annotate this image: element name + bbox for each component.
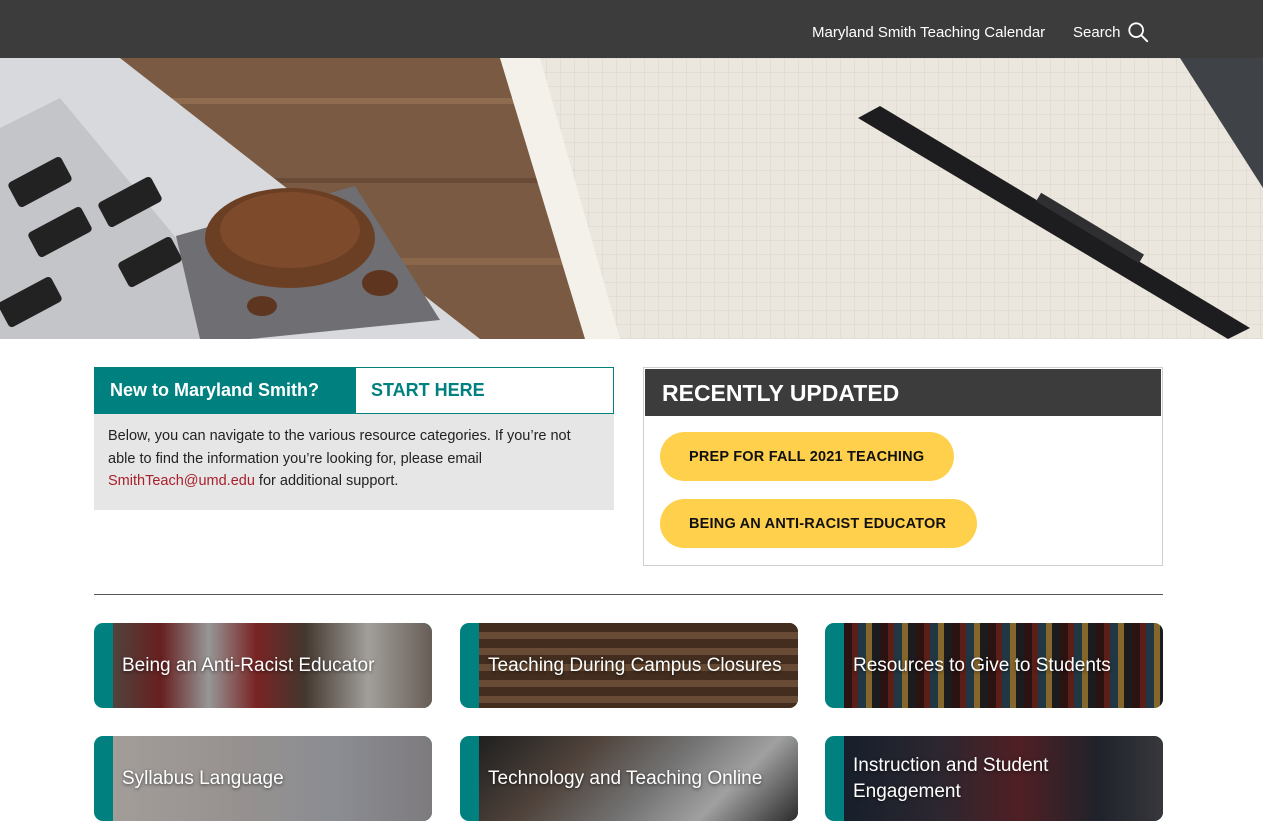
new-to-smith-panel: New to Maryland Smith? START HERE Below,… — [94, 367, 614, 510]
card-anti-racist-educator[interactable]: Being an Anti-Racist Educator — [94, 623, 432, 708]
hero-image — [0, 58, 1263, 339]
hero-illustration — [0, 58, 1263, 339]
teaching-calendar-link[interactable]: Maryland Smith Teaching Calendar — [812, 24, 1045, 41]
recently-updated-heading: RECENTLY UPDATED — [645, 369, 1161, 416]
email-link[interactable]: SmithTeach@umd.edu — [108, 473, 255, 489]
recently-updated-panel: RECENTLY UPDATED PREP FOR FALL 2021 TEAC… — [643, 367, 1163, 566]
card-label: Resources to Give to Students — [853, 654, 1111, 676]
search-label: Search — [1073, 23, 1121, 41]
card-technology-online[interactable]: Technology and Teaching Online — [460, 736, 798, 821]
start-here-link[interactable]: START HERE — [355, 367, 614, 414]
anti-racist-educator-button[interactable]: BEING AN ANTI-RACIST EDUCATOR — [660, 499, 977, 548]
search-button[interactable]: Search — [1073, 21, 1149, 43]
card-syllabus-language[interactable]: Syllabus Language — [94, 736, 432, 821]
intro-text: Below, you can navigate to the various r… — [108, 428, 571, 467]
top-nav-bar: Maryland Smith Teaching Calendar Search — [0, 0, 1263, 58]
card-instruction-engagement[interactable]: Instruction and Student Engagement — [825, 736, 1163, 821]
intro-text-end: for additional support. — [254, 473, 399, 489]
section-divider — [94, 594, 1163, 595]
new-to-smith-title: New to Maryland Smith? — [94, 367, 355, 414]
card-label: Teaching During Campus Closures — [488, 654, 782, 676]
card-resources-students[interactable]: Resources to Give to Students — [825, 623, 1163, 708]
search-icon — [1127, 22, 1148, 43]
card-label: Syllabus Language — [122, 767, 284, 789]
card-label: Technology and Teaching Online — [488, 767, 763, 789]
new-to-smith-header: New to Maryland Smith? START HERE — [94, 367, 614, 414]
new-to-smith-body: Below, you can navigate to the various r… — [94, 414, 614, 510]
card-campus-closures[interactable]: Teaching During Campus Closures — [460, 623, 798, 708]
card-label: Instruction and Student Engagement — [853, 754, 1049, 802]
card-label: Being an Anti-Racist Educator — [122, 654, 375, 676]
prep-fall-2021-button[interactable]: PREP FOR FALL 2021 TEACHING — [660, 432, 954, 481]
